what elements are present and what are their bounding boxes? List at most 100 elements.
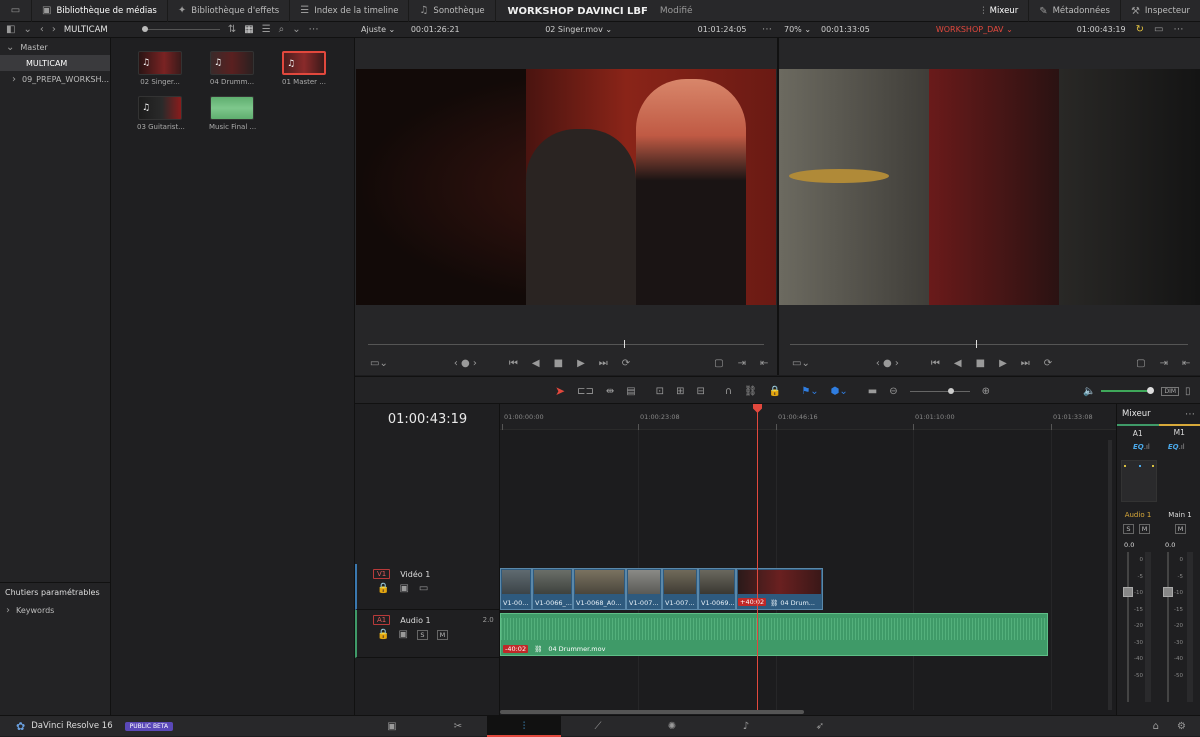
loop-icon[interactable]: ⟳ bbox=[622, 358, 630, 369]
selection-tool-icon[interactable]: ➤ bbox=[555, 384, 565, 398]
audio-clip[interactable]: -40:02 ⛓ 04 Drummer.mov bbox=[500, 613, 1048, 656]
video-clip[interactable]: V1-007... bbox=[626, 568, 662, 610]
match-frame-icon[interactable]: ▢ bbox=[1136, 358, 1145, 369]
mark-in-icon[interactable]: ⇥ bbox=[1160, 358, 1168, 369]
workspace-toggle[interactable]: ▭ bbox=[0, 0, 32, 22]
viewer-options-icon[interactable]: ▭⌄ bbox=[370, 358, 388, 369]
auto-select-icon[interactable]: ▣ bbox=[399, 583, 408, 594]
mixer-solo-button[interactable]: S bbox=[1123, 524, 1134, 534]
linked-selection-icon[interactable]: ⛓ bbox=[744, 386, 757, 397]
zoom-slider[interactable] bbox=[910, 391, 970, 392]
loop-icon[interactable]: ↻ bbox=[1136, 24, 1144, 35]
snapping-icon[interactable]: ∩ bbox=[725, 386, 732, 397]
edit-page-icon[interactable]: ⫶ bbox=[487, 716, 561, 737]
home-icon[interactable]: ⌂ bbox=[1153, 721, 1159, 732]
zoom-in-icon[interactable]: ⊕ bbox=[982, 386, 990, 397]
timeline-scrubber[interactable] bbox=[790, 344, 1188, 345]
mixer-main-mute-button[interactable]: M bbox=[1175, 524, 1186, 534]
bin-master[interactable]: ⌄Master bbox=[0, 39, 110, 55]
volume-icon[interactable]: 🔈 bbox=[1083, 386, 1095, 397]
lock-icon[interactable]: 🔒 bbox=[377, 583, 389, 594]
track-badge[interactable]: A1 bbox=[373, 615, 390, 625]
more-options-icon[interactable]: ⋯ bbox=[1173, 24, 1183, 35]
volume-slider[interactable] bbox=[1101, 390, 1151, 392]
chevron-down-icon[interactable]: ⌄ bbox=[23, 24, 31, 35]
track-badge[interactable]: V1 bbox=[373, 569, 390, 579]
clip-guitarist[interactable]: ♫ 03 Guitarist... bbox=[137, 96, 183, 131]
video-clip[interactable]: V1-0066_... bbox=[532, 568, 573, 610]
replace-clip-icon[interactable]: ⊟ bbox=[696, 386, 704, 397]
zoom-mode-icon[interactable]: ▬ bbox=[868, 386, 877, 397]
video-clip[interactable]: V1-007... bbox=[662, 568, 698, 610]
source-scrubber[interactable] bbox=[368, 344, 764, 345]
lock-icon[interactable]: 🔒 bbox=[377, 629, 389, 640]
go-start-icon[interactable]: ⏮ bbox=[931, 358, 940, 369]
tab-inspector[interactable]: ⚒Inspecteur bbox=[1121, 0, 1200, 22]
video-clip[interactable]: V1-00... bbox=[500, 568, 532, 610]
match-frame-icon[interactable]: ▢ bbox=[714, 358, 723, 369]
go-end-icon[interactable]: ⏭ bbox=[1021, 358, 1030, 369]
tab-metadata[interactable]: ✎Métadonnées bbox=[1029, 0, 1121, 22]
deliver-page-icon[interactable]: ➶ bbox=[783, 721, 857, 732]
search-icon[interactable]: ⌕ bbox=[279, 24, 285, 35]
forward-icon[interactable]: › bbox=[52, 24, 56, 35]
tab-mixer[interactable]: ⫶Mixeur bbox=[972, 0, 1029, 22]
solo-button[interactable]: S bbox=[417, 630, 428, 640]
auto-select-icon[interactable]: ▣ bbox=[398, 629, 407, 640]
tab-edit-index[interactable]: ☰Index de la timeline bbox=[290, 0, 409, 22]
play-reverse-icon[interactable]: ◀ bbox=[532, 358, 540, 369]
timeline-zoom-select[interactable]: 70% ⌄ bbox=[784, 25, 811, 34]
eq-button[interactable]: EQ bbox=[1133, 443, 1144, 451]
position-lock-icon[interactable]: 🔒 bbox=[769, 386, 781, 397]
sort-icon[interactable]: ⇅ bbox=[228, 24, 236, 35]
more-options-icon[interactable]: ⋯ bbox=[762, 24, 772, 35]
mark-in-icon[interactable]: ⇥ bbox=[738, 358, 746, 369]
bin-multicam[interactable]: MULTICAM bbox=[0, 55, 110, 71]
tab-media-pool[interactable]: ▣Bibliothèque de médias bbox=[32, 0, 168, 22]
chevron-down-icon[interactable]: ⌄ bbox=[292, 24, 300, 35]
timeline-video[interactable] bbox=[779, 69, 1200, 305]
blade-tool-icon[interactable]: ▤ bbox=[626, 386, 635, 397]
go-start-icon[interactable]: ⏮ bbox=[509, 358, 518, 369]
smart-bin-keywords[interactable]: ›Keywords bbox=[0, 602, 111, 618]
overwrite-clip-icon[interactable]: ⊞ bbox=[676, 386, 684, 397]
play-icon[interactable]: ▶ bbox=[577, 358, 585, 369]
thumbnail-size-slider[interactable] bbox=[142, 29, 220, 30]
sidebar-toggle-icon[interactable]: ◧ bbox=[6, 24, 15, 35]
play-icon[interactable]: ▶ bbox=[999, 358, 1007, 369]
back-icon[interactable]: ‹ bbox=[40, 24, 44, 35]
loop-icon[interactable]: ⟳ bbox=[1044, 358, 1052, 369]
timeline-scrollbar[interactable] bbox=[500, 710, 804, 714]
dim-button[interactable]: DIM bbox=[1161, 387, 1179, 396]
timeline-playhead-line[interactable] bbox=[757, 412, 758, 710]
stop-icon[interactable]: ■ bbox=[976, 358, 985, 369]
video-clip[interactable]: V1-0068_A0... bbox=[573, 568, 626, 610]
fader-audio1[interactable] bbox=[1123, 587, 1133, 597]
source-video[interactable] bbox=[356, 69, 776, 305]
cut-page-icon[interactable]: ✂ bbox=[429, 721, 487, 732]
fusion-page-icon[interactable]: ⟋ bbox=[561, 721, 635, 732]
more-options-icon[interactable]: ⋯ bbox=[1185, 409, 1195, 420]
fairlight-page-icon[interactable]: ♪ bbox=[709, 721, 783, 732]
list-view-icon[interactable]: ☰ bbox=[262, 24, 271, 35]
clip-music-final[interactable]: Music Final ... bbox=[209, 96, 255, 131]
mixer-mute-button[interactable]: M bbox=[1139, 524, 1150, 534]
stop-icon[interactable]: ■ bbox=[554, 358, 563, 369]
timeline-ruler[interactable]: 01:00:00:00 01:00:23:08 01:00:46:16 01:0… bbox=[500, 404, 1116, 430]
viewer-mode-icon[interactable]: ▭ bbox=[1154, 24, 1163, 35]
timeline-select[interactable]: WORKSHOP_DAV ⌄ bbox=[936, 25, 1013, 34]
source-zoom-select[interactable]: Ajuste ⌄ bbox=[361, 25, 395, 34]
more-options-icon[interactable]: ⋯ bbox=[309, 24, 319, 35]
video-toggle-icon[interactable]: ▭ bbox=[419, 583, 428, 594]
insert-clip-icon[interactable]: ⊡ bbox=[656, 386, 664, 397]
grid-view-icon[interactable]: ▦ bbox=[244, 24, 253, 35]
viewer-options-icon[interactable]: ▭⌄ bbox=[792, 358, 810, 369]
dynamic-trim-icon[interactable]: ⇹ bbox=[606, 386, 614, 397]
color-page-icon[interactable]: ✺ bbox=[635, 721, 709, 732]
play-reverse-icon[interactable]: ◀ bbox=[954, 358, 962, 369]
pan-control[interactable] bbox=[1121, 460, 1157, 502]
fader-main1[interactable] bbox=[1163, 587, 1173, 597]
jog-icon[interactable]: ‹ ● › bbox=[454, 358, 477, 369]
source-playhead[interactable] bbox=[624, 340, 625, 348]
tab-effects-library[interactable]: ✦Bibliothèque d'effets bbox=[168, 0, 290, 22]
